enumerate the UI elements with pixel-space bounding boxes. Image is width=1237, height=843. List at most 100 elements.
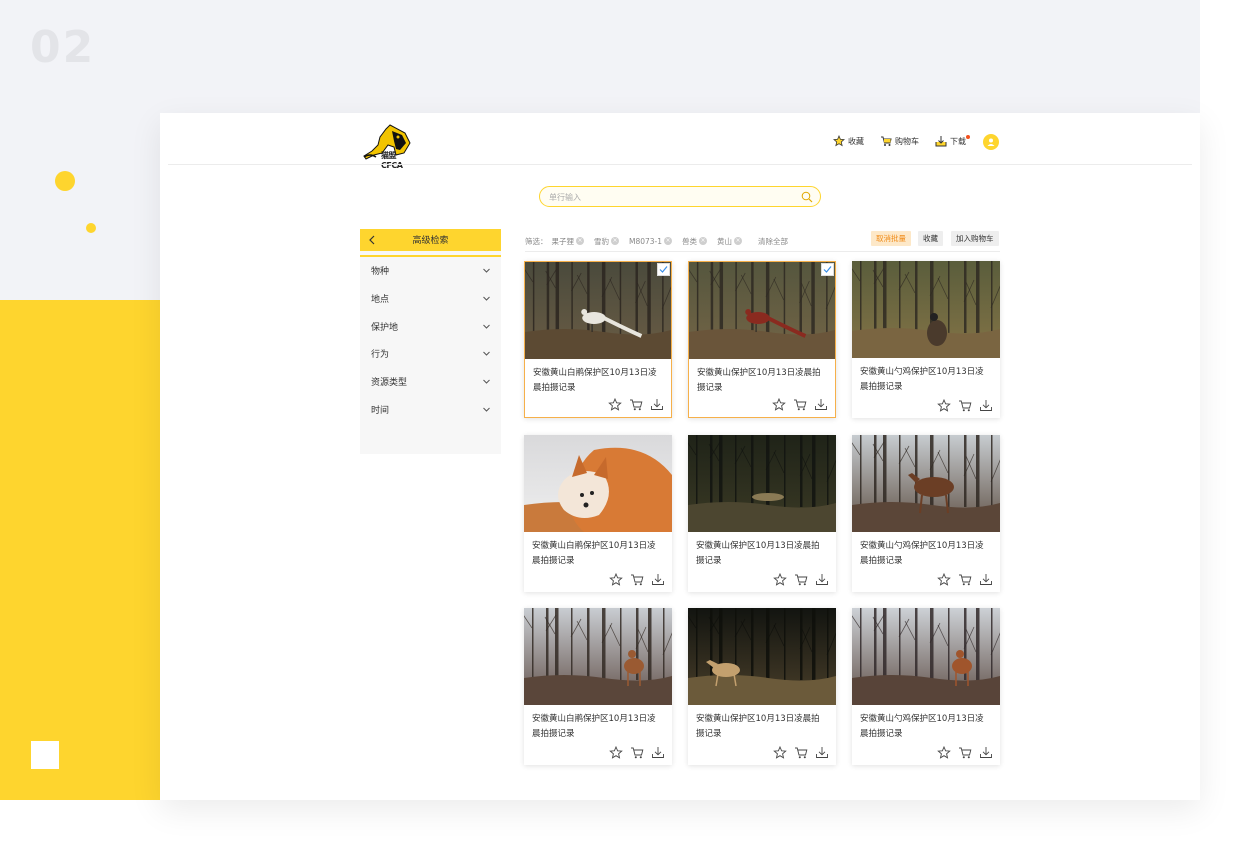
wildlife-photo — [525, 262, 671, 359]
card-photo[interactable] — [524, 435, 672, 532]
cart-icon[interactable] — [794, 746, 808, 759]
cart-icon[interactable] — [958, 573, 972, 586]
star-icon[interactable] — [773, 573, 787, 586]
star-icon[interactable] — [937, 746, 951, 759]
image-card[interactable]: 安徽黄山白鹇保护区10月13日凌晨拍摄记录 — [524, 608, 672, 765]
close-icon[interactable]: × — [576, 237, 584, 245]
filter-chip-label: 黄山 — [717, 236, 733, 246]
select-checkbox[interactable] — [657, 263, 670, 276]
image-card[interactable]: 安徽黄山保护区10月13日凌晨拍摄记录 — [688, 608, 836, 765]
sidebar-item-reserve[interactable]: 保护地 — [360, 312, 501, 340]
image-card[interactable]: 安徽黄山保护区10月13日凌晨拍摄记录 — [688, 435, 836, 592]
cart-icon — [881, 136, 892, 146]
cart-icon[interactable] — [794, 573, 808, 586]
star-icon[interactable] — [772, 398, 786, 411]
card-photo[interactable] — [689, 262, 835, 359]
nav-favorites[interactable]: 收藏 — [833, 135, 864, 147]
image-card[interactable]: 安徽黄山白鹇保护区10月13日凌晨拍摄记录 — [524, 435, 672, 592]
close-icon[interactable]: × — [664, 237, 673, 245]
card-actions — [609, 746, 665, 759]
card-actions — [772, 398, 828, 411]
close-icon[interactable]: × — [699, 237, 708, 245]
logo[interactable]: 猫盟CFCA — [360, 123, 416, 170]
close-icon[interactable]: × — [734, 237, 743, 245]
star-icon[interactable] — [773, 746, 787, 759]
search-icon[interactable] — [801, 191, 813, 203]
download-icon[interactable] — [814, 398, 828, 411]
wildlife-photo — [688, 435, 836, 532]
star-icon[interactable] — [937, 399, 951, 412]
nav-cart[interactable]: 购物车 — [880, 135, 919, 147]
card-photo[interactable] — [852, 608, 1000, 705]
card-photo[interactable] — [688, 435, 836, 532]
nav-download[interactable]: 下载 — [935, 134, 970, 147]
download-icon[interactable] — [651, 573, 665, 586]
download-icon[interactable] — [651, 746, 665, 759]
select-checkbox[interactable] — [821, 263, 834, 276]
search-input[interactable] — [549, 190, 789, 204]
card-photo[interactable] — [852, 435, 1000, 532]
avatar[interactable] — [983, 134, 999, 150]
sidebar-item-resource-type[interactable]: 资源类型 — [360, 368, 501, 396]
add-to-cart-button[interactable]: 加入购物车 — [951, 231, 999, 246]
cart-icon[interactable] — [958, 399, 972, 412]
sidebar-header[interactable]: 高级检索 — [360, 229, 501, 251]
card-photo[interactable] — [525, 262, 671, 359]
filter-chip[interactable]: 雪豹 × — [594, 236, 619, 247]
filter-chip[interactable]: M8073-1 × — [629, 236, 673, 246]
header-divider — [168, 164, 1192, 165]
download-icon[interactable] — [815, 746, 829, 759]
image-card[interactable]: 安徽黄山白鹇保护区10月13日凌晨拍摄记录 — [524, 261, 672, 418]
sidebar-item-behavior[interactable]: 行为 — [360, 340, 501, 368]
card-caption: 安徽黄山白鹇保护区10月13日凌晨拍摄记录 — [532, 714, 656, 739]
background-yellow-panel — [0, 300, 160, 800]
card-photo[interactable] — [852, 261, 1000, 358]
sidebar-title: 高级检索 — [412, 235, 449, 246]
download-icon[interactable] — [650, 398, 664, 411]
nav-cart-label: 购物车 — [895, 136, 919, 146]
user-icon — [987, 138, 995, 146]
wildlife-photo — [524, 435, 672, 532]
star-icon[interactable] — [609, 746, 623, 759]
logo-text: 猫盟CFCA — [381, 151, 403, 170]
download-icon[interactable] — [979, 573, 993, 586]
filter-chip[interactable]: 兽类 × — [682, 236, 708, 247]
cart-icon[interactable] — [630, 746, 644, 759]
cart-icon[interactable] — [958, 746, 972, 759]
image-card[interactable]: 安徽黄山勺鸡保护区10月13日凌晨拍摄记录 — [852, 608, 1000, 765]
filter-chip-label: 果子狸 — [551, 236, 575, 246]
image-card[interactable]: 安徽黄山勺鸡保护区10月13日凌晨拍摄记录 — [852, 261, 1000, 418]
image-card[interactable]: 安徽黄山勺鸡保护区10月13日凌晨拍摄记录 — [852, 435, 1000, 592]
sidebar-item-label: 时间 — [371, 405, 390, 416]
favorite-button[interactable]: 收藏 — [918, 231, 943, 246]
cart-icon[interactable] — [793, 398, 807, 411]
card-actions — [937, 399, 993, 412]
wildlife-photo — [852, 608, 1000, 705]
star-icon — [833, 135, 845, 147]
download-icon[interactable] — [979, 746, 993, 759]
sidebar-item-location[interactable]: 地点 — [360, 285, 501, 313]
chevron-down-icon — [483, 324, 490, 329]
star-icon[interactable] — [608, 398, 622, 411]
star-icon[interactable] — [937, 573, 951, 586]
cart-icon[interactable] — [630, 573, 644, 586]
sidebar-items: 物种 地点 保护地 行为 资源类型 时间 — [360, 255, 501, 424]
filter-chip-label: M8073-1 — [629, 236, 663, 246]
download-icon[interactable] — [815, 573, 829, 586]
image-card[interactable]: 安徽黄山保护区10月13日凌晨拍摄记录 — [688, 261, 836, 418]
sidebar-item-species[interactable]: 物种 — [360, 257, 501, 285]
download-icon[interactable] — [979, 399, 993, 412]
cancel-batch-button[interactable]: 取消批量 — [871, 231, 911, 246]
filter-chip[interactable]: 黄山 × — [717, 236, 743, 247]
filter-chip[interactable]: 果子狸 × — [551, 236, 584, 247]
card-photo[interactable] — [524, 608, 672, 705]
card-actions — [608, 398, 664, 411]
chevron-down-icon — [483, 379, 490, 384]
close-icon[interactable]: × — [611, 237, 619, 245]
cart-icon[interactable] — [629, 398, 643, 411]
chevron-left-icon[interactable] — [368, 235, 376, 245]
sidebar-item-time[interactable]: 时间 — [360, 395, 501, 423]
star-icon[interactable] — [609, 573, 623, 586]
clear-all-link[interactable]: 清除全部 — [758, 236, 788, 247]
card-photo[interactable] — [688, 608, 836, 705]
